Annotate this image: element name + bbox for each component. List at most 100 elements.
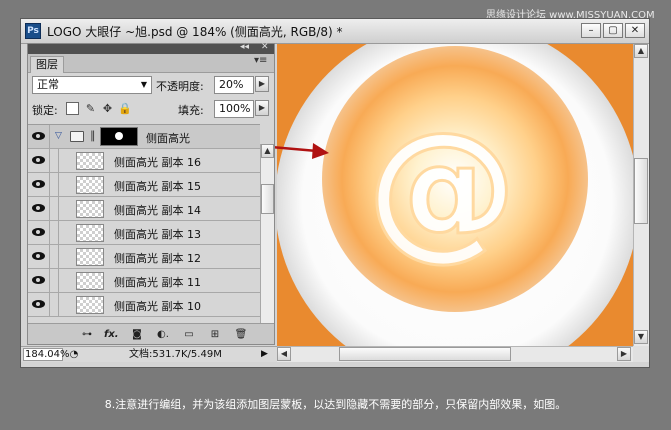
lock-all-icon[interactable]: 🔒 [118, 102, 132, 115]
layer-thumbnail[interactable] [76, 152, 104, 170]
link-layers-icon[interactable]: ⊶ [80, 328, 94, 341]
layer-thumbnail[interactable] [76, 272, 104, 290]
layer-name: 侧面高光 副本 15 [114, 180, 201, 193]
eye-icon [32, 252, 45, 260]
eye-icon [32, 132, 45, 140]
minimize-button[interactable]: – [581, 23, 601, 38]
visibility-toggle[interactable] [28, 293, 50, 316]
layer-thumbnail[interactable] [76, 248, 104, 266]
visibility-toggle[interactable] [28, 197, 50, 220]
visibility-toggle[interactable] [28, 149, 50, 172]
eye-icon [32, 300, 45, 308]
layer-thumbnail[interactable] [76, 200, 104, 218]
close-panel-icon[interactable]: ✕ [261, 42, 269, 52]
layer-name: 侧面高光 副本 13 [114, 228, 201, 241]
expand-triangle-icon[interactable]: ▽ [55, 131, 62, 141]
panel-tab-row: 图层 ▾≡ [28, 54, 274, 73]
indent-guide [58, 221, 59, 244]
layer-row[interactable]: 侧面高光 副本 12 [28, 245, 260, 269]
lock-label: 锁定: [32, 104, 58, 117]
visibility-toggle[interactable] [28, 245, 50, 268]
lock-transparent-icon[interactable] [66, 102, 79, 115]
layer-row[interactable]: 侧面高光 副本 11 [28, 269, 260, 293]
new-layer-icon[interactable]: ⊞ [208, 328, 222, 341]
layers-scroll-up-icon[interactable]: ▲ [261, 144, 274, 158]
add-mask-icon[interactable]: ◙ [130, 328, 144, 341]
indent-guide [58, 269, 59, 292]
indent-guide [58, 245, 59, 268]
layer-thumbnail[interactable] [76, 224, 104, 242]
visibility-toggle[interactable] [28, 125, 50, 148]
opacity-slider-button[interactable]: ▶ [255, 76, 269, 92]
eye-icon [32, 228, 45, 236]
fx-icon[interactable]: fx. [104, 328, 119, 341]
at-symbol: @ [367, 101, 517, 275]
eye-icon [32, 156, 45, 164]
horizontal-scroll-thumb[interactable] [339, 347, 511, 361]
delete-layer-icon[interactable]: 🗑 [234, 328, 248, 341]
document-window: Ps LOGO 大眼仔 ~旭.psd @ 184% (侧面高光, RGB/8) … [20, 18, 650, 368]
layer-name: 侧面高光 副本 16 [114, 156, 201, 169]
visibility-toggle[interactable] [28, 173, 50, 196]
layer-name: 侧面高光 副本 10 [114, 300, 201, 313]
eye-icon [32, 180, 45, 188]
layer-group-row[interactable]: ▽ ∥ 侧面高光 [28, 125, 260, 149]
vertical-scrollbar[interactable]: ▲ ▼ [633, 44, 649, 346]
status-menu-icon[interactable]: ▶ [261, 348, 268, 361]
lock-position-icon[interactable]: ✥ [101, 102, 114, 115]
scroll-left-icon[interactable]: ◀ [277, 347, 291, 361]
panel-header-bar: ◂◂ ✕ [28, 42, 274, 54]
indent-guide [58, 149, 59, 172]
visibility-toggle[interactable] [28, 221, 50, 244]
layer-row[interactable]: 侧面高光 副本 13 [28, 221, 260, 245]
layer-thumbnail[interactable] [76, 176, 104, 194]
scroll-down-icon[interactable]: ▼ [634, 330, 648, 344]
maximize-button[interactable]: ▢ [603, 23, 623, 38]
collapse-panel-icon[interactable]: ◂◂ [240, 42, 249, 52]
panel-menu-icon[interactable]: ▾≡ [254, 55, 267, 66]
scroll-up-icon[interactable]: ▲ [634, 44, 648, 58]
close-window-button[interactable]: ✕ [625, 23, 645, 38]
layer-row[interactable]: 侧面高光 副本 10 [28, 293, 260, 317]
visibility-toggle[interactable] [28, 269, 50, 292]
layer-row[interactable]: 侧面高光 副本 14 [28, 197, 260, 221]
layer-thumbnail[interactable] [76, 296, 104, 314]
blend-mode-select[interactable]: 正常 ▼ [32, 76, 152, 94]
fill-label: 填充: [178, 104, 204, 117]
fill-field[interactable]: 100% [214, 100, 254, 118]
tab-layers[interactable]: 图层 [30, 56, 64, 73]
mask-link-icon[interactable]: ∥ [90, 129, 96, 142]
scroll-right-icon[interactable]: ▶ [617, 347, 631, 361]
adjustment-layer-icon[interactable]: ◐. [156, 328, 170, 341]
eye-icon [32, 204, 45, 212]
fill-slider-button[interactable]: ▶ [255, 100, 269, 116]
tutorial-caption: 8.注意进行编组，并为该组添加图层蒙板，以达到隐藏不需要的部分，只保留内部效果，… [104, 398, 567, 411]
document-size: 文档:531.7K/5.49M [129, 349, 222, 360]
eye-icon [32, 276, 45, 284]
layers-panel-footer: ⊶ fx. ◙ ◐. ▭ ⊞ 🗑 [28, 323, 274, 344]
vertical-scroll-thumb[interactable] [634, 158, 648, 224]
indent-guide [58, 293, 59, 316]
layers-scrollbar[interactable]: ▲ [260, 144, 274, 344]
layers-scroll-thumb[interactable] [261, 184, 274, 214]
horizontal-scrollbar[interactable]: ◀ ▶ [277, 346, 633, 362]
mask-dot [115, 132, 123, 140]
resize-corner[interactable] [633, 346, 649, 362]
layer-row[interactable]: 侧面高光 副本 15 [28, 173, 260, 197]
opacity-field[interactable]: 20% [214, 76, 254, 94]
layer-row[interactable]: 侧面高光 副本 16 [28, 149, 260, 173]
layers-panel: ◂◂ ✕ 图层 ▾≡ 正常 ▼ 不透明度: 20% ▶ 锁定: ✎ ✥ 🔒 填充… [27, 42, 275, 345]
layer-name: 侧面高光 副本 11 [114, 276, 201, 289]
indent-guide [58, 197, 59, 220]
new-group-icon[interactable]: ▭ [182, 328, 196, 341]
status-info-icon[interactable]: ◔ [67, 348, 81, 361]
layer-name: 侧面高光 副本 12 [114, 252, 201, 265]
zoom-field[interactable]: 184.04% [23, 348, 70, 361]
group-name: 侧面高光 [146, 132, 190, 145]
chevron-down-icon: ▼ [140, 80, 147, 89]
indent-guide [58, 173, 59, 196]
lock-image-icon[interactable]: ✎ [84, 102, 97, 115]
opacity-label: 不透明度: [156, 80, 204, 93]
layer-name: 侧面高光 副本 14 [114, 204, 201, 217]
layer-mask-thumbnail[interactable] [100, 127, 138, 146]
